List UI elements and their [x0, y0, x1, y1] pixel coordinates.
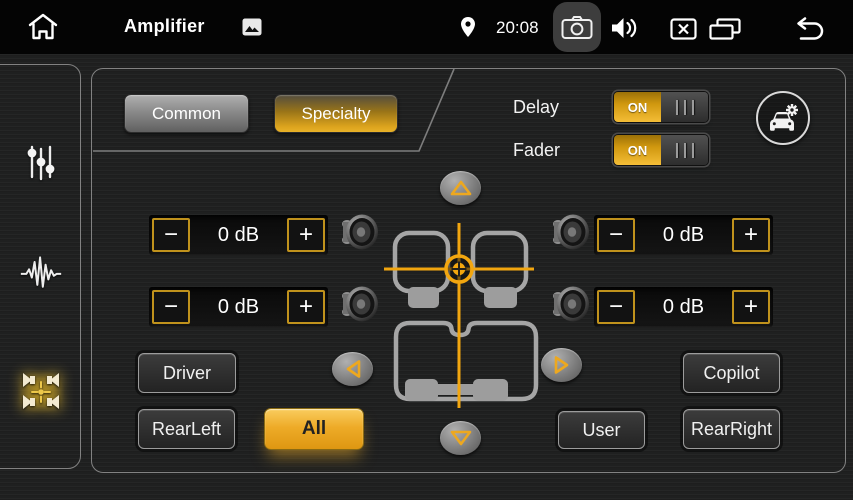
page-title: Amplifier: [124, 16, 205, 37]
car-gear-icon: [766, 102, 800, 134]
delay-switch-state: ON: [614, 92, 661, 122]
rear-right-minus-button[interactable]: −: [597, 290, 635, 324]
balance-up-button[interactable]: [440, 171, 481, 205]
balance-down-button[interactable]: [440, 421, 481, 455]
gain-row-rear-right: − 0 dB +: [594, 287, 773, 327]
balance-left-button[interactable]: [332, 352, 373, 386]
front-left-plus-button[interactable]: +: [287, 218, 325, 252]
preset-user-button[interactable]: User: [558, 411, 645, 449]
switch-grip: [661, 92, 708, 122]
gain-row-rear-left: − 0 dB +: [149, 287, 328, 327]
status-bar: Amplifier 20:08: [0, 0, 853, 54]
fader-switch[interactable]: ON: [614, 135, 708, 165]
screenshot-button[interactable]: [553, 2, 601, 52]
gallery-icon[interactable]: [242, 18, 262, 36]
volume-icon[interactable]: [610, 17, 642, 39]
tab-specialty[interactable]: Specialty: [274, 94, 398, 133]
tab-common[interactable]: Common: [124, 94, 249, 133]
front-right-plus-button[interactable]: +: [732, 218, 770, 252]
rear-right-gain-value: 0 dB: [635, 296, 732, 319]
delay-switch[interactable]: ON: [614, 92, 708, 122]
head-unit-screen: Amplifier 20:08: [0, 0, 853, 500]
sidebar-item-sound-effects[interactable]: [19, 251, 63, 295]
preset-rearright-button[interactable]: RearRight: [683, 409, 780, 449]
preset-rearleft-button[interactable]: RearLeft: [138, 409, 235, 449]
sidebar-item-equalizer[interactable]: [19, 140, 63, 184]
amplifier-screen-body: Common Specialty Delay ON Fader ON: [0, 54, 853, 500]
front-left-minus-button[interactable]: −: [152, 218, 190, 252]
car-settings-button[interactable]: [756, 91, 810, 145]
home-icon[interactable]: [26, 12, 60, 42]
recent-apps-icon[interactable]: [708, 18, 742, 41]
switch-grip: [661, 135, 708, 165]
gain-row-front-left: − 0 dB +: [149, 215, 328, 255]
gain-row-front-right: − 0 dB +: [594, 215, 773, 255]
rear-left-gain-value: 0 dB: [190, 296, 287, 319]
sidebar: [0, 64, 81, 469]
preset-copilot-button[interactable]: Copilot: [683, 353, 780, 393]
sidebar-item-fader-balance[interactable]: [19, 370, 63, 414]
clock: 20:08: [496, 18, 539, 38]
back-icon[interactable]: [786, 17, 826, 41]
delay-label: Delay: [513, 97, 559, 118]
balance-right-button[interactable]: [541, 348, 582, 382]
preset-all-button[interactable]: All: [264, 408, 364, 450]
front-right-gain-value: 0 dB: [635, 224, 732, 247]
rear-left-minus-button[interactable]: −: [152, 290, 190, 324]
rear-left-plus-button[interactable]: +: [287, 290, 325, 324]
front-right-minus-button[interactable]: −: [597, 218, 635, 252]
rear-right-plus-button[interactable]: +: [732, 290, 770, 324]
location-icon: [460, 16, 476, 38]
amplifier-panel: Common Specialty Delay ON Fader ON: [91, 68, 846, 473]
close-window-icon[interactable]: [670, 18, 697, 40]
front-left-gain-value: 0 dB: [190, 224, 287, 247]
camera-icon: [561, 14, 593, 40]
fader-switch-state: ON: [614, 135, 661, 165]
preset-driver-button[interactable]: Driver: [138, 353, 236, 393]
